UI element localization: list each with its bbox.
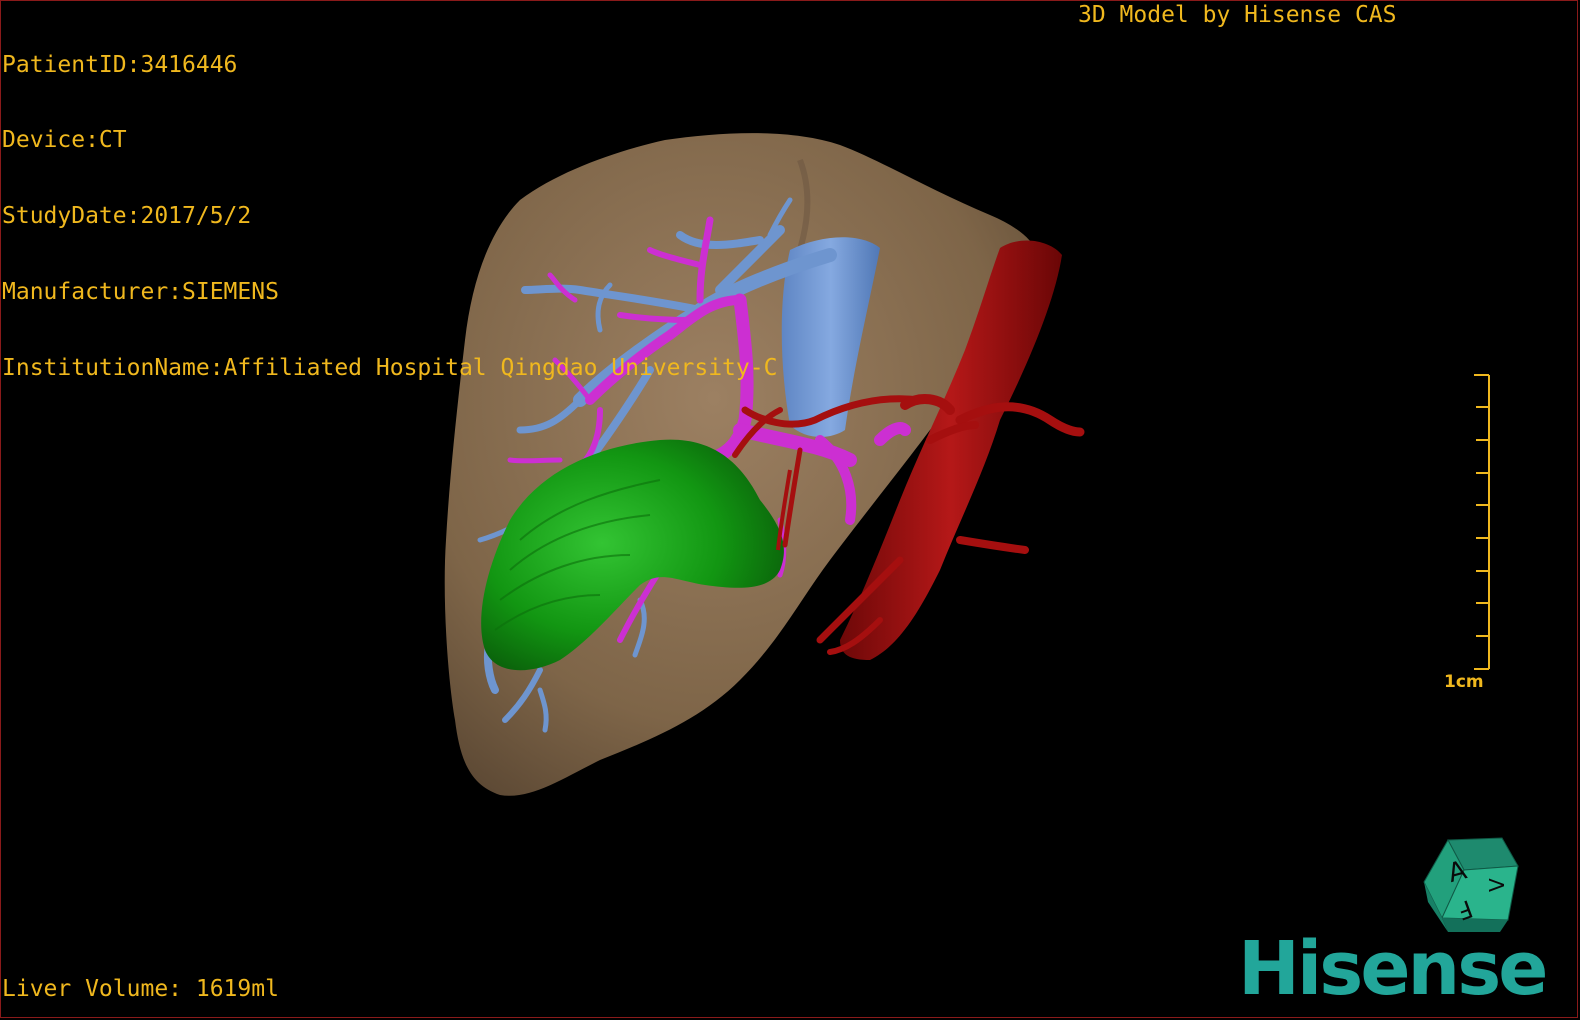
viewport-border	[0, 0, 1578, 1018]
